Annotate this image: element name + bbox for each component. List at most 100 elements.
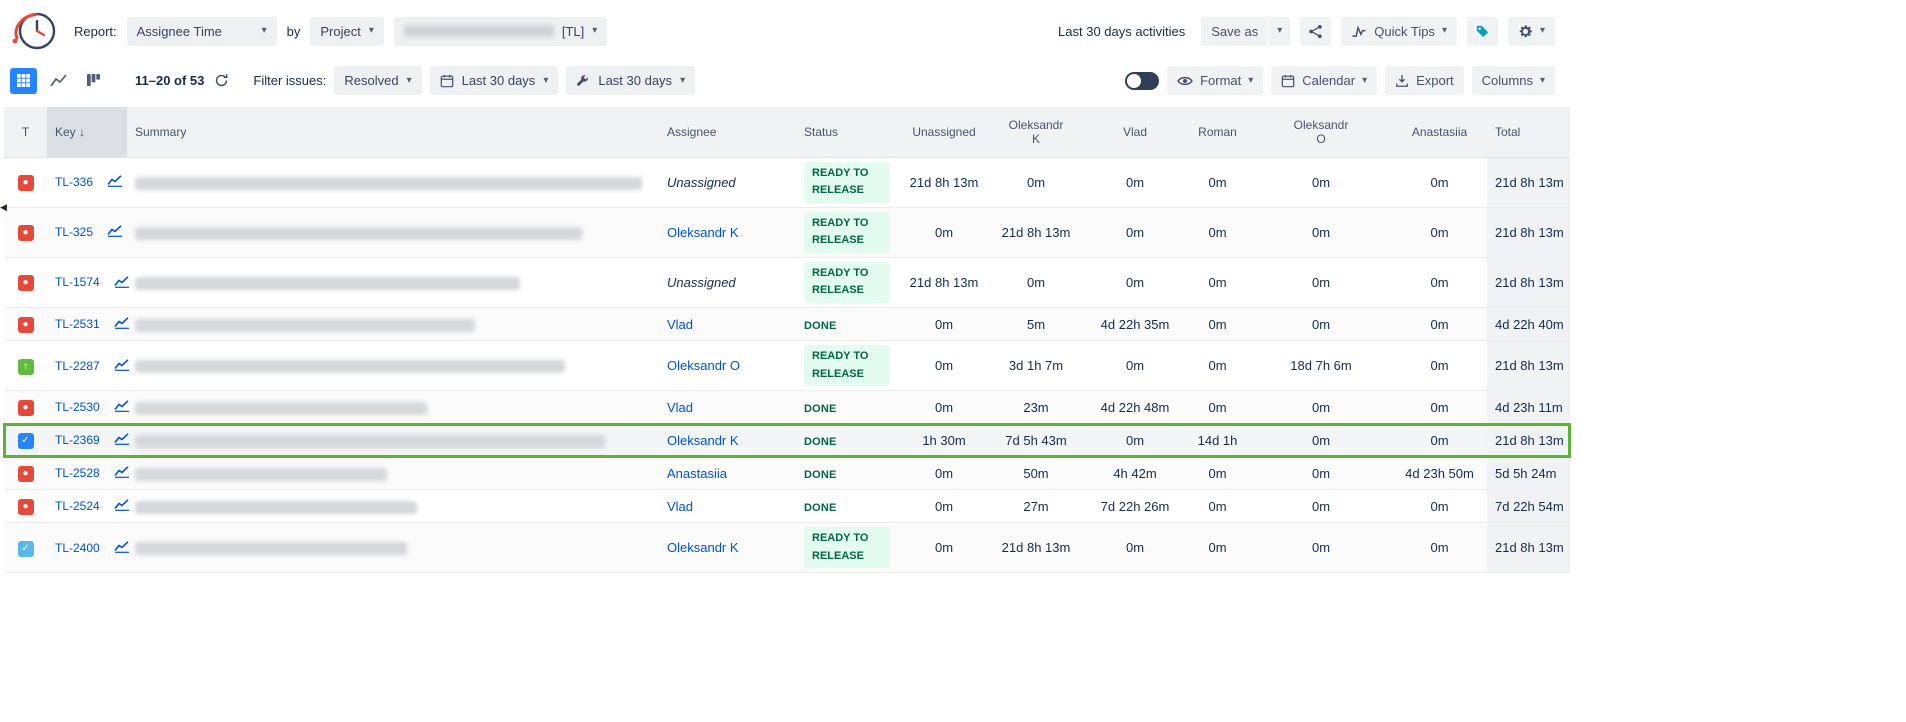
assignee-link[interactable]: Vlad <box>667 400 693 415</box>
column-header-unassigned[interactable]: Unassigned <box>901 107 987 157</box>
assignee-link[interactable]: Vlad <box>667 317 693 332</box>
save-as-button[interactable]: Save as <box>1201 17 1268 46</box>
wrench-icon <box>576 74 590 88</box>
column-header-oleksandr-k[interactable]: Oleksandr K <box>987 107 1085 157</box>
column-header-assignee[interactable]: Assignee <box>659 107 796 157</box>
report-type-select[interactable]: Assignee Time ▾ <box>127 17 277 46</box>
column-header-anastasiia[interactable]: Anastasiia <box>1392 107 1487 157</box>
chevron-down-icon: ▾ <box>1248 76 1253 86</box>
time-cell: 0m <box>1392 257 1487 307</box>
issue-key-link[interactable]: TL-325 <box>55 225 93 239</box>
column-header-oleksandr-o[interactable]: Oleksandr O <box>1250 107 1392 157</box>
calendar-button[interactable]: Calendar ▾ <box>1271 66 1377 95</box>
total-cell: 7d 22h 54m <box>1487 490 1570 523</box>
time-cell: 0m <box>1185 457 1250 490</box>
label-tag-button[interactable] <box>1467 17 1498 46</box>
settings-button[interactable]: ▾ <box>1508 17 1555 46</box>
time-cell: 0m <box>1250 308 1392 341</box>
table-row-tl-336[interactable]: ●TL-336UnassignedREADY TO RELEASE21d 8h … <box>4 157 1570 207</box>
project-select[interactable]: [TL] ▾ <box>394 17 607 46</box>
board-view-button[interactable] <box>80 68 107 94</box>
table-row-tl-2531[interactable]: ●TL-2531VladDONE0m5m4d 22h 35m0m0m0m4d 2… <box>4 308 1570 341</box>
time-cell: 0m <box>1250 391 1392 424</box>
issue-key-link[interactable]: TL-2369 <box>55 433 100 447</box>
table-row-tl-2369[interactable]: ✓TL-2369Oleksandr KDONE1h 30m7d 5h 43m0m… <box>4 424 1570 457</box>
grid-view-button[interactable] <box>10 68 37 94</box>
issue-key-link[interactable]: TL-2287 <box>55 359 100 373</box>
refresh-button[interactable] <box>212 71 231 90</box>
share-button[interactable] <box>1300 17 1331 46</box>
issue-key-link[interactable]: TL-2400 <box>55 541 100 555</box>
assignee-link[interactable]: Oleksandr O <box>667 358 740 373</box>
issue-type-bug-icon: ● <box>18 317 34 333</box>
column-header-status[interactable]: Status <box>796 107 901 157</box>
assignee-link[interactable]: Anastasiia <box>667 466 727 481</box>
worklog-chart-icon[interactable] <box>114 359 130 374</box>
save-as-menu-button[interactable]: ▾ <box>1269 17 1290 46</box>
worklog-chart-icon[interactable] <box>114 466 130 481</box>
columns-button[interactable]: Columns ▾ <box>1472 66 1555 95</box>
worklog-chart-icon[interactable] <box>114 499 130 514</box>
table-row-tl-1574[interactable]: ●TL-1574UnassignedREADY TO RELEASE21d 8h… <box>4 257 1570 307</box>
table-row-tl-2287[interactable]: ↑TL-2287Oleksandr OREADY TO RELEASE0m3d … <box>4 341 1570 391</box>
eye-icon <box>1177 75 1193 87</box>
export-button[interactable]: Export <box>1385 66 1464 95</box>
calendar-icon <box>440 74 454 88</box>
format-button[interactable]: Format ▾ <box>1167 66 1263 95</box>
time-cell: 3d 1h 7m <box>987 341 1085 391</box>
status-badge: READY TO RELEASE <box>804 345 890 386</box>
summary-redacted <box>135 402 427 415</box>
worklog-date-range-select[interactable]: Last 30 days ▾ <box>566 66 695 95</box>
column-header-key[interactable]: Key ↓ <box>47 107 127 157</box>
worklog-chart-icon[interactable] <box>107 225 123 240</box>
issue-key-link[interactable]: TL-336 <box>55 175 93 189</box>
table-row-tl-2524[interactable]: ●TL-2524VladDONE0m27m7d 22h 26m0m0m0m7d … <box>4 490 1570 523</box>
table-row-tl-2530[interactable]: ●TL-2530VladDONE0m23m4d 22h 48m0m0m0m4d … <box>4 391 1570 424</box>
time-cell: 0m <box>1392 207 1487 257</box>
column-header-vlad[interactable]: Vlad <box>1085 107 1185 157</box>
table-row-tl-2528[interactable]: ●TL-2528AnastasiiaDONE0m50m4h 42m0m0m4d … <box>4 457 1570 490</box>
table-row-tl-325[interactable]: ●TL-325Oleksandr KREADY TO RELEASE0m21d … <box>4 207 1570 257</box>
time-cell: 0m <box>1185 308 1250 341</box>
activities-label: Last 30 days activities <box>1058 24 1185 39</box>
worklog-chart-icon[interactable] <box>114 433 130 448</box>
worklog-chart-icon[interactable] <box>114 317 130 332</box>
issue-type-task-icon: ✓ <box>18 433 34 449</box>
by-label: by <box>287 24 301 39</box>
assignee-link[interactable]: Oleksandr K <box>667 433 739 448</box>
column-header-total[interactable]: Total <box>1487 107 1570 157</box>
chevron-down-icon: ▾ <box>543 76 548 86</box>
assignee-link[interactable]: Vlad <box>667 499 693 514</box>
summary-redacted <box>135 177 642 190</box>
issue-key-link[interactable]: TL-2530 <box>55 400 100 414</box>
time-cell: 0m <box>1185 341 1250 391</box>
view-toggle[interactable] <box>1125 72 1159 90</box>
worklog-chart-icon[interactable] <box>107 175 123 190</box>
quick-tips-button[interactable]: Quick Tips ▾ <box>1341 17 1457 46</box>
issue-key-link[interactable]: TL-1574 <box>55 275 100 289</box>
column-header-t[interactable]: T <box>4 107 47 157</box>
column-header-summary[interactable]: Summary <box>127 107 659 157</box>
summary-redacted <box>135 501 417 514</box>
issue-key-link[interactable]: TL-2524 <box>55 499 100 513</box>
issue-date-range-select[interactable]: Last 30 days ▾ <box>430 66 559 95</box>
chart-view-button[interactable] <box>45 68 72 94</box>
issue-key-link[interactable]: TL-2531 <box>55 317 100 331</box>
worklog-chart-icon[interactable] <box>114 276 130 291</box>
chevron-down-icon: ▾ <box>1277 26 1282 36</box>
time-cell: 0m <box>1250 257 1392 307</box>
time-cell: 0m <box>1085 207 1185 257</box>
assignee-link[interactable]: Oleksandr K <box>667 225 739 240</box>
time-cell: 0m <box>1085 257 1185 307</box>
assignee-link[interactable]: Oleksandr K <box>667 540 739 555</box>
worklog-date-range-value: Last 30 days <box>598 73 672 88</box>
time-cell: 27m <box>987 490 1085 523</box>
worklog-chart-icon[interactable] <box>114 400 130 415</box>
table-row-tl-2400[interactable]: ✓TL-2400Oleksandr KREADY TO RELEASE0m21d… <box>4 523 1570 573</box>
worklog-chart-icon[interactable] <box>114 541 130 556</box>
filter-issues-select[interactable]: Resolved ▾ <box>334 66 421 95</box>
column-header-roman[interactable]: Roman <box>1185 107 1250 157</box>
time-cell: 0m <box>1250 490 1392 523</box>
group-by-select[interactable]: Project ▾ <box>310 17 384 46</box>
issue-key-link[interactable]: TL-2528 <box>55 466 100 480</box>
